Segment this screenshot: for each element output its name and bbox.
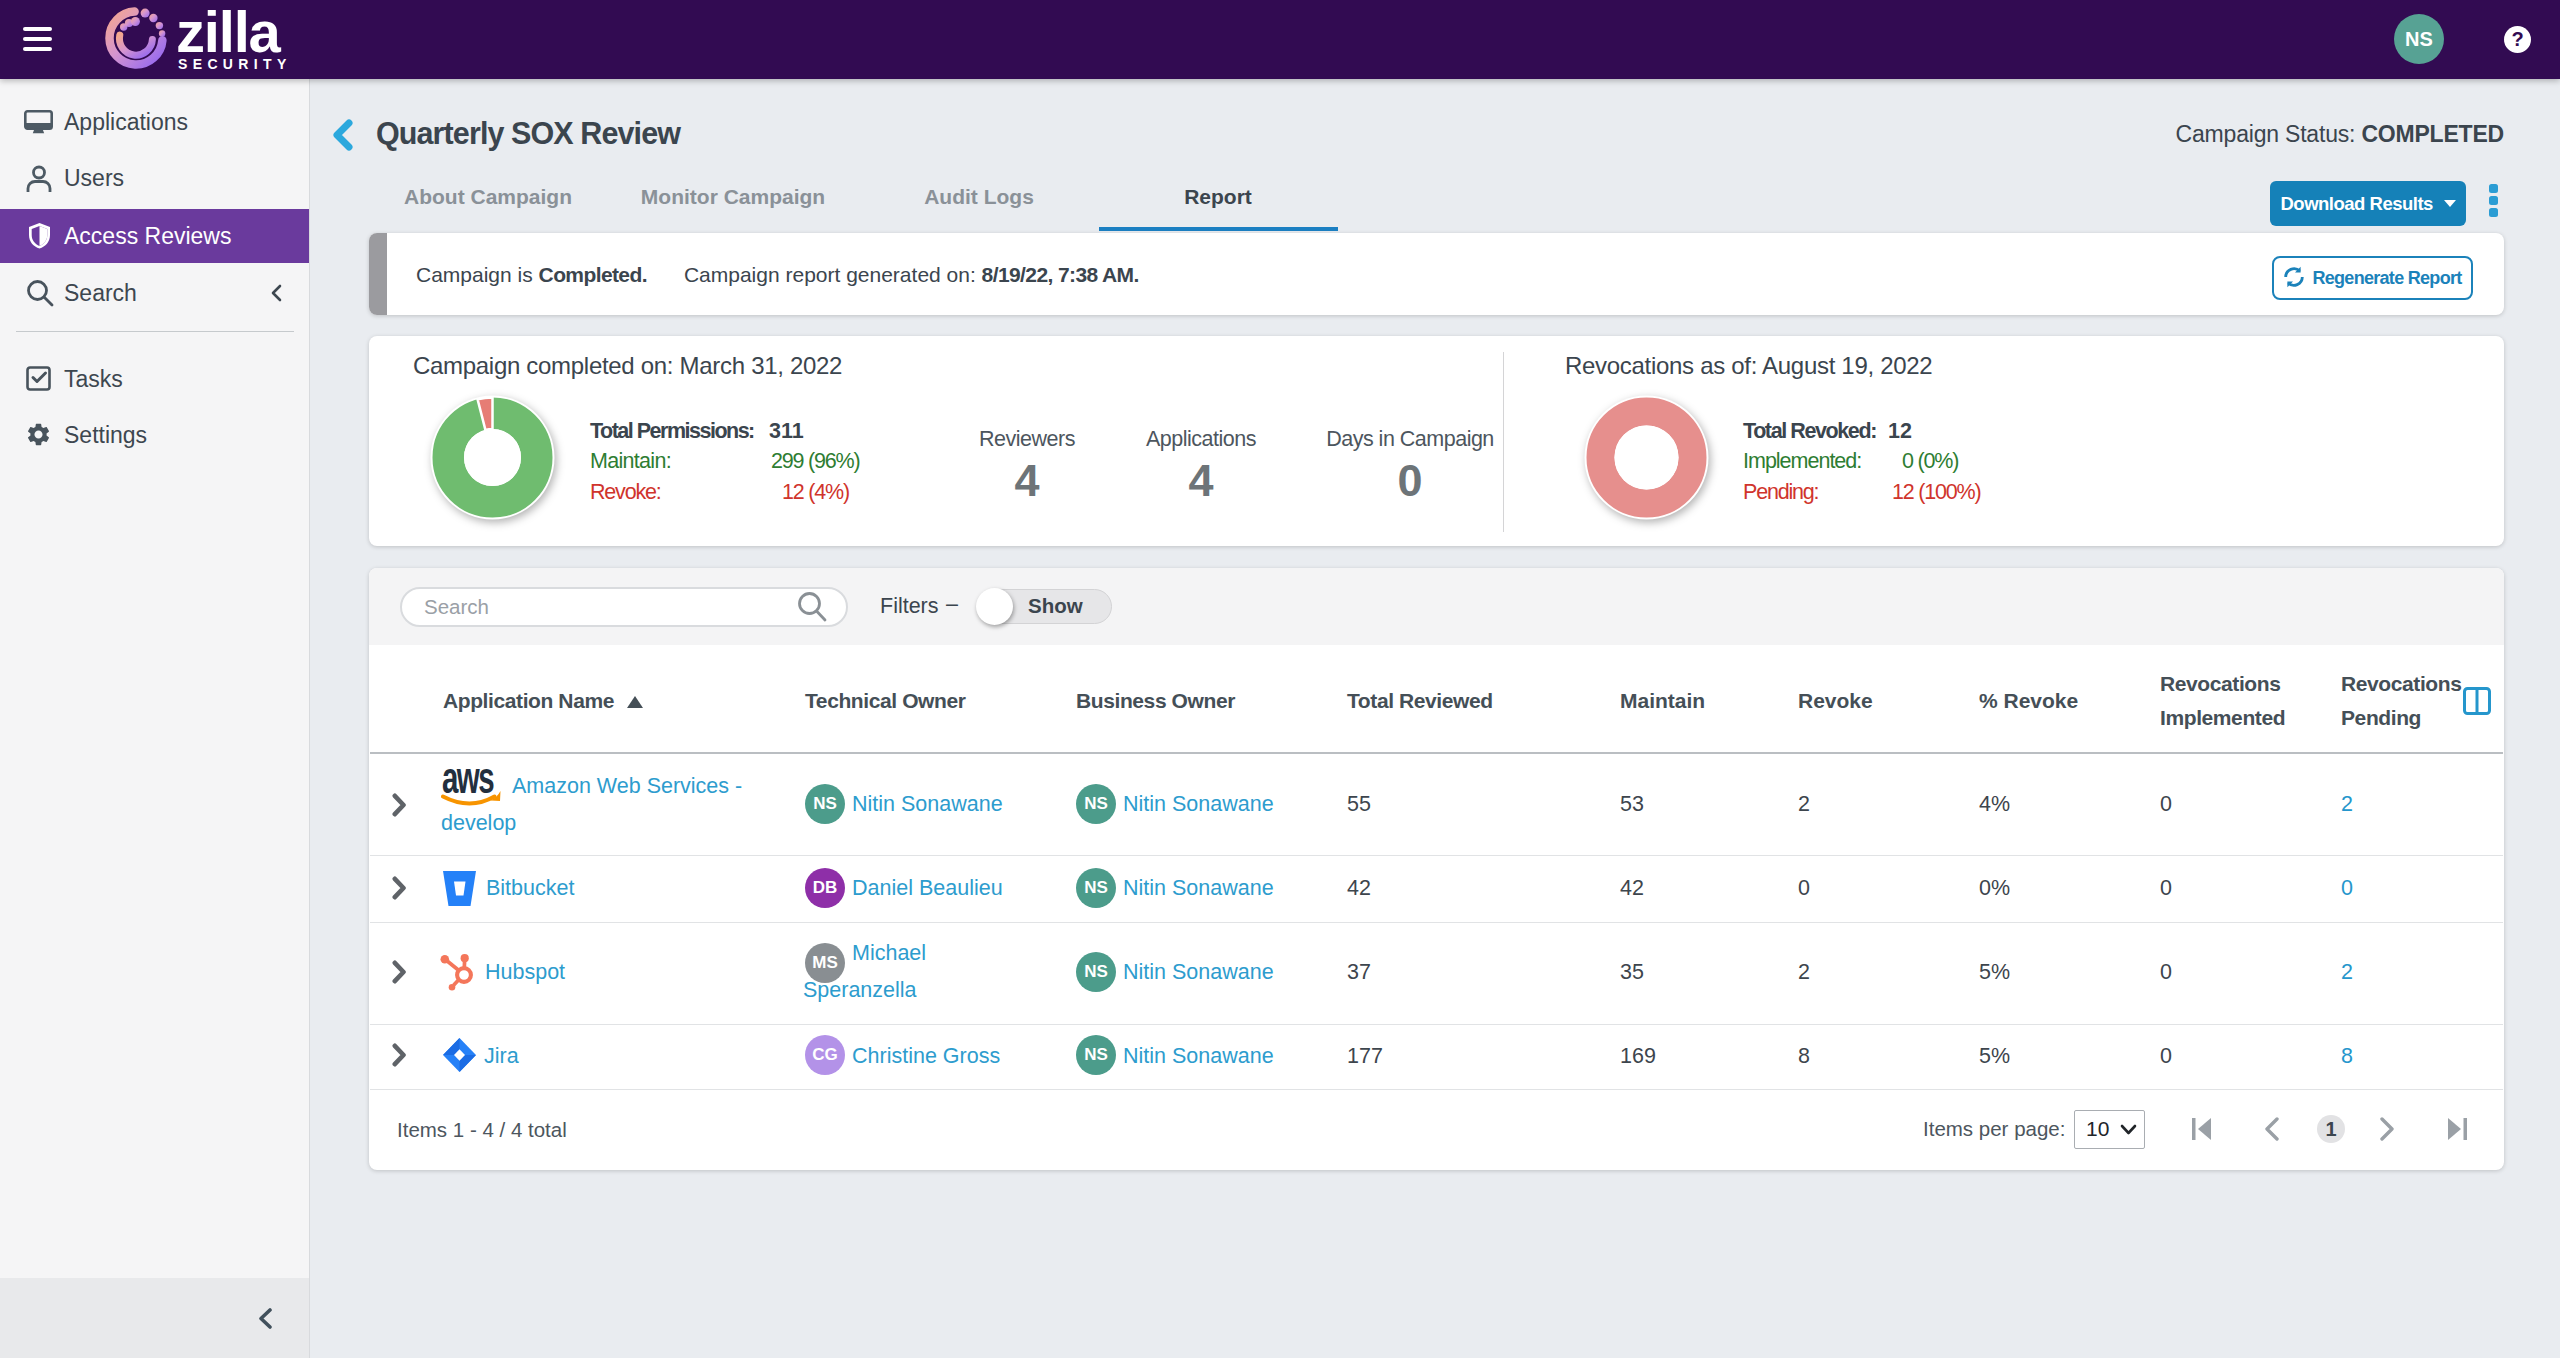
svg-text:aws: aws xyxy=(442,763,494,802)
